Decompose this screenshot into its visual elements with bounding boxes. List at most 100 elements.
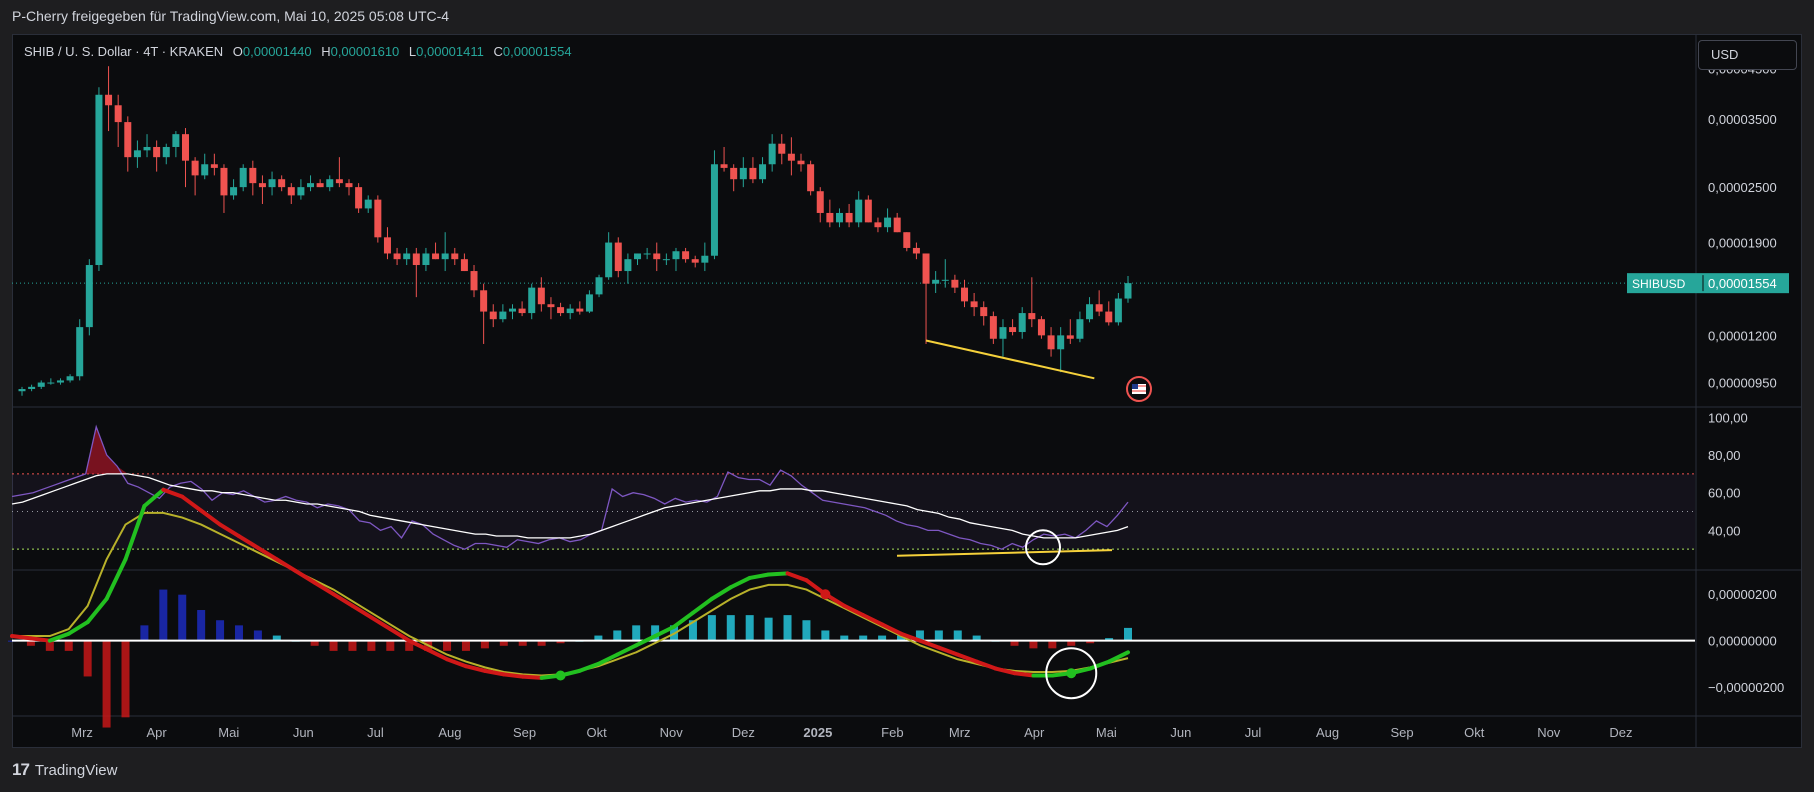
candle[interactable] [884,217,892,228]
candle[interactable] [499,311,507,320]
candle[interactable] [547,304,555,308]
candle[interactable] [230,187,238,196]
candle[interactable] [239,167,247,188]
candle[interactable] [653,253,661,260]
candle[interactable] [18,389,26,392]
candle[interactable] [720,164,728,168]
candle[interactable] [893,217,901,233]
candle[interactable] [518,308,526,314]
candle[interactable] [816,191,824,213]
candle[interactable] [932,279,940,284]
candle[interactable] [162,146,170,158]
candle[interactable] [220,167,228,196]
candle[interactable] [181,134,189,161]
candle[interactable] [614,242,622,272]
candle[interactable] [557,307,565,314]
candle[interactable] [989,316,997,339]
candle[interactable] [903,232,911,248]
candle[interactable] [422,253,430,266]
candle[interactable] [432,253,440,260]
candle[interactable] [307,183,315,188]
candle[interactable] [191,160,199,176]
candle[interactable] [951,279,959,288]
candle[interactable] [1028,313,1036,320]
candle[interactable] [864,199,872,223]
candle[interactable] [133,150,141,158]
rsi-trendline[interactable] [896,549,1113,557]
candle[interactable] [585,294,593,312]
candle[interactable] [672,251,680,260]
candle[interactable] [326,179,334,188]
candle[interactable] [249,167,257,184]
candle[interactable] [66,376,74,381]
candle[interactable] [691,259,699,263]
candle[interactable] [778,143,786,154]
candle[interactable] [143,146,151,151]
candle[interactable] [759,164,767,180]
candle[interactable] [210,164,218,168]
candle[interactable] [355,187,363,209]
candle[interactable] [922,253,930,284]
candle[interactable] [393,253,401,260]
candle[interactable] [364,199,372,209]
candle[interactable] [480,290,488,312]
candle[interactable] [826,212,834,223]
candle[interactable] [114,105,122,123]
candle[interactable] [999,327,1007,339]
candle[interactable] [258,183,266,188]
candle[interactable] [749,167,757,180]
candle[interactable] [1018,313,1026,333]
candle[interactable] [124,122,132,158]
candle[interactable] [961,287,969,302]
candle[interactable] [1124,283,1132,299]
candle[interactable] [855,199,863,223]
candle[interactable] [662,259,670,261]
candle[interactable] [47,382,55,384]
candle[interactable] [730,167,738,180]
candle[interactable] [970,301,978,308]
candle[interactable] [980,307,988,317]
candle[interactable] [643,253,651,255]
candle[interactable] [787,153,795,161]
price-axis[interactable]: 0,000045000,000035000,000025000,00001900… [1627,61,1789,695]
candle[interactable] [1086,304,1094,320]
candle[interactable] [316,183,324,188]
time-axis[interactable]: Mrz Apr Mai Jun Jul Aug Sep Okt Nov Dez 2025 Feb Mrz… [71,725,1632,740]
candle[interactable] [201,164,209,176]
candle[interactable] [566,308,574,314]
candle[interactable] [739,167,747,180]
candle[interactable] [1047,335,1055,350]
candle[interactable] [941,279,949,281]
candle[interactable] [1009,327,1017,333]
chart-canvas[interactable]: 0,000045000,000035000,000025000,00001900… [0,0,1814,792]
candle[interactable] [797,160,805,165]
candle[interactable] [287,187,295,196]
candle[interactable] [268,179,276,188]
candle[interactable] [105,94,113,106]
candle[interactable] [1066,335,1074,339]
candle[interactable] [172,134,180,147]
candle[interactable] [605,242,613,278]
candle[interactable] [76,327,84,377]
candle[interactable] [412,253,420,266]
candle[interactable] [451,253,459,260]
support-trendline[interactable] [925,339,1095,380]
candle[interactable] [1076,319,1084,339]
candle[interactable] [537,287,545,305]
candle[interactable] [576,308,584,312]
candle[interactable] [845,212,853,223]
candle[interactable] [470,271,478,291]
footer-brand[interactable]: 17 TradingView [12,760,117,780]
candle[interactable] [278,179,286,188]
candle[interactable] [912,247,920,254]
candle[interactable] [1105,311,1113,323]
candle[interactable] [297,187,305,196]
candle[interactable] [528,287,536,314]
candle[interactable] [85,265,93,328]
rsi-panel[interactable] [11,424,1695,566]
candle[interactable] [1114,298,1122,323]
candle[interactable] [634,253,642,260]
candle[interactable] [489,311,497,320]
candle[interactable] [807,164,815,192]
candle[interactable] [441,253,449,260]
